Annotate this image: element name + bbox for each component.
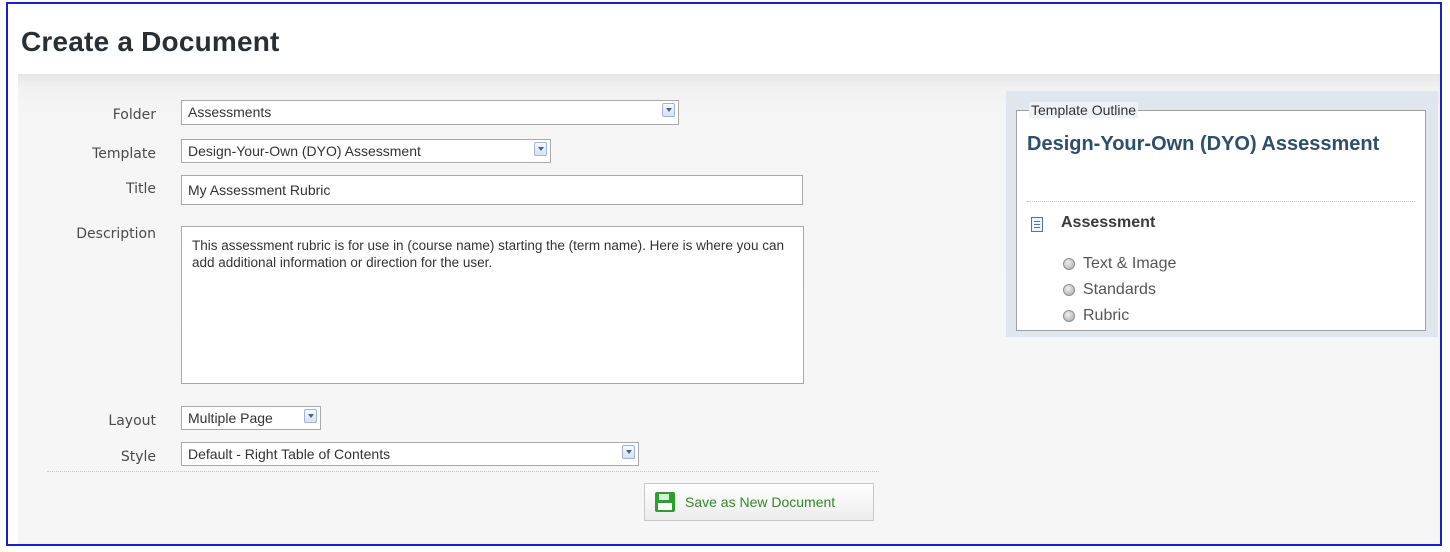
chevron-down-icon[interactable] [622,445,635,459]
template-outline-title: Design-Your-Own (DYO) Assessment [1027,133,1380,155]
layout-select-value: Multiple Page [188,410,273,426]
outline-item-standards[interactable]: Standards [1063,277,1176,303]
outline-item-label: Standards [1083,281,1156,298]
outline-divider [1027,201,1415,202]
window-frame: Create a Document Folder Assessments Tem… [6,2,1442,546]
title-label: Title [125,181,156,197]
outline-item-rubric[interactable]: Rubric [1063,303,1176,329]
circle-bullet-icon [1063,258,1075,270]
layout-select[interactable]: Multiple Page [181,406,321,430]
outline-section-assessment[interactable]: Assessment [1061,214,1155,232]
outline-item-label: Text & Image [1083,255,1177,272]
outline-item-list: Text & Image Standards Rubric [1063,251,1176,329]
style-select[interactable]: Default - Right Table of Contents [181,442,639,466]
circle-bullet-icon [1063,310,1075,322]
title-input[interactable]: My Assessment Rubric [181,175,803,205]
description-textarea[interactable]: This assessment rubric is for use in (co… [181,226,804,384]
style-select-value: Default - Right Table of Contents [188,446,391,462]
chevron-down-icon[interactable] [304,409,317,423]
layout-label: Layout [108,413,156,429]
style-label: Style [120,449,156,465]
chevron-down-icon[interactable] [662,103,675,117]
outline-item-text-image[interactable]: Text & Image [1063,251,1176,277]
form-divider [47,471,879,472]
chevron-down-icon[interactable] [534,142,547,156]
folder-select-value: Assessments [188,104,272,120]
document-icon [1031,217,1043,232]
template-label: Template [92,146,156,162]
folder-label: Folder [112,107,156,123]
save-icon [655,492,675,512]
page-title: Create a Document [21,26,280,57]
form-panel: Folder Assessments Template Design-Your-… [18,74,1440,544]
save-button-label: Save as New Document [685,494,836,510]
template-select[interactable]: Design-Your-Own (DYO) Assessment [181,139,551,163]
folder-select[interactable]: Assessments [181,100,679,125]
template-select-value: Design-Your-Own (DYO) Assessment [188,143,421,159]
template-outline-legend: Template Outline [1029,102,1139,118]
save-as-new-document-button[interactable]: Save as New Document [644,483,874,521]
template-outline-box: Template Outline Design-Your-Own (DYO) A… [1016,102,1426,331]
description-label: Description [76,226,156,242]
template-outline-panel: Template Outline Design-Your-Own (DYO) A… [1006,91,1438,337]
circle-bullet-icon [1063,284,1075,296]
outline-item-label: Rubric [1083,307,1130,324]
